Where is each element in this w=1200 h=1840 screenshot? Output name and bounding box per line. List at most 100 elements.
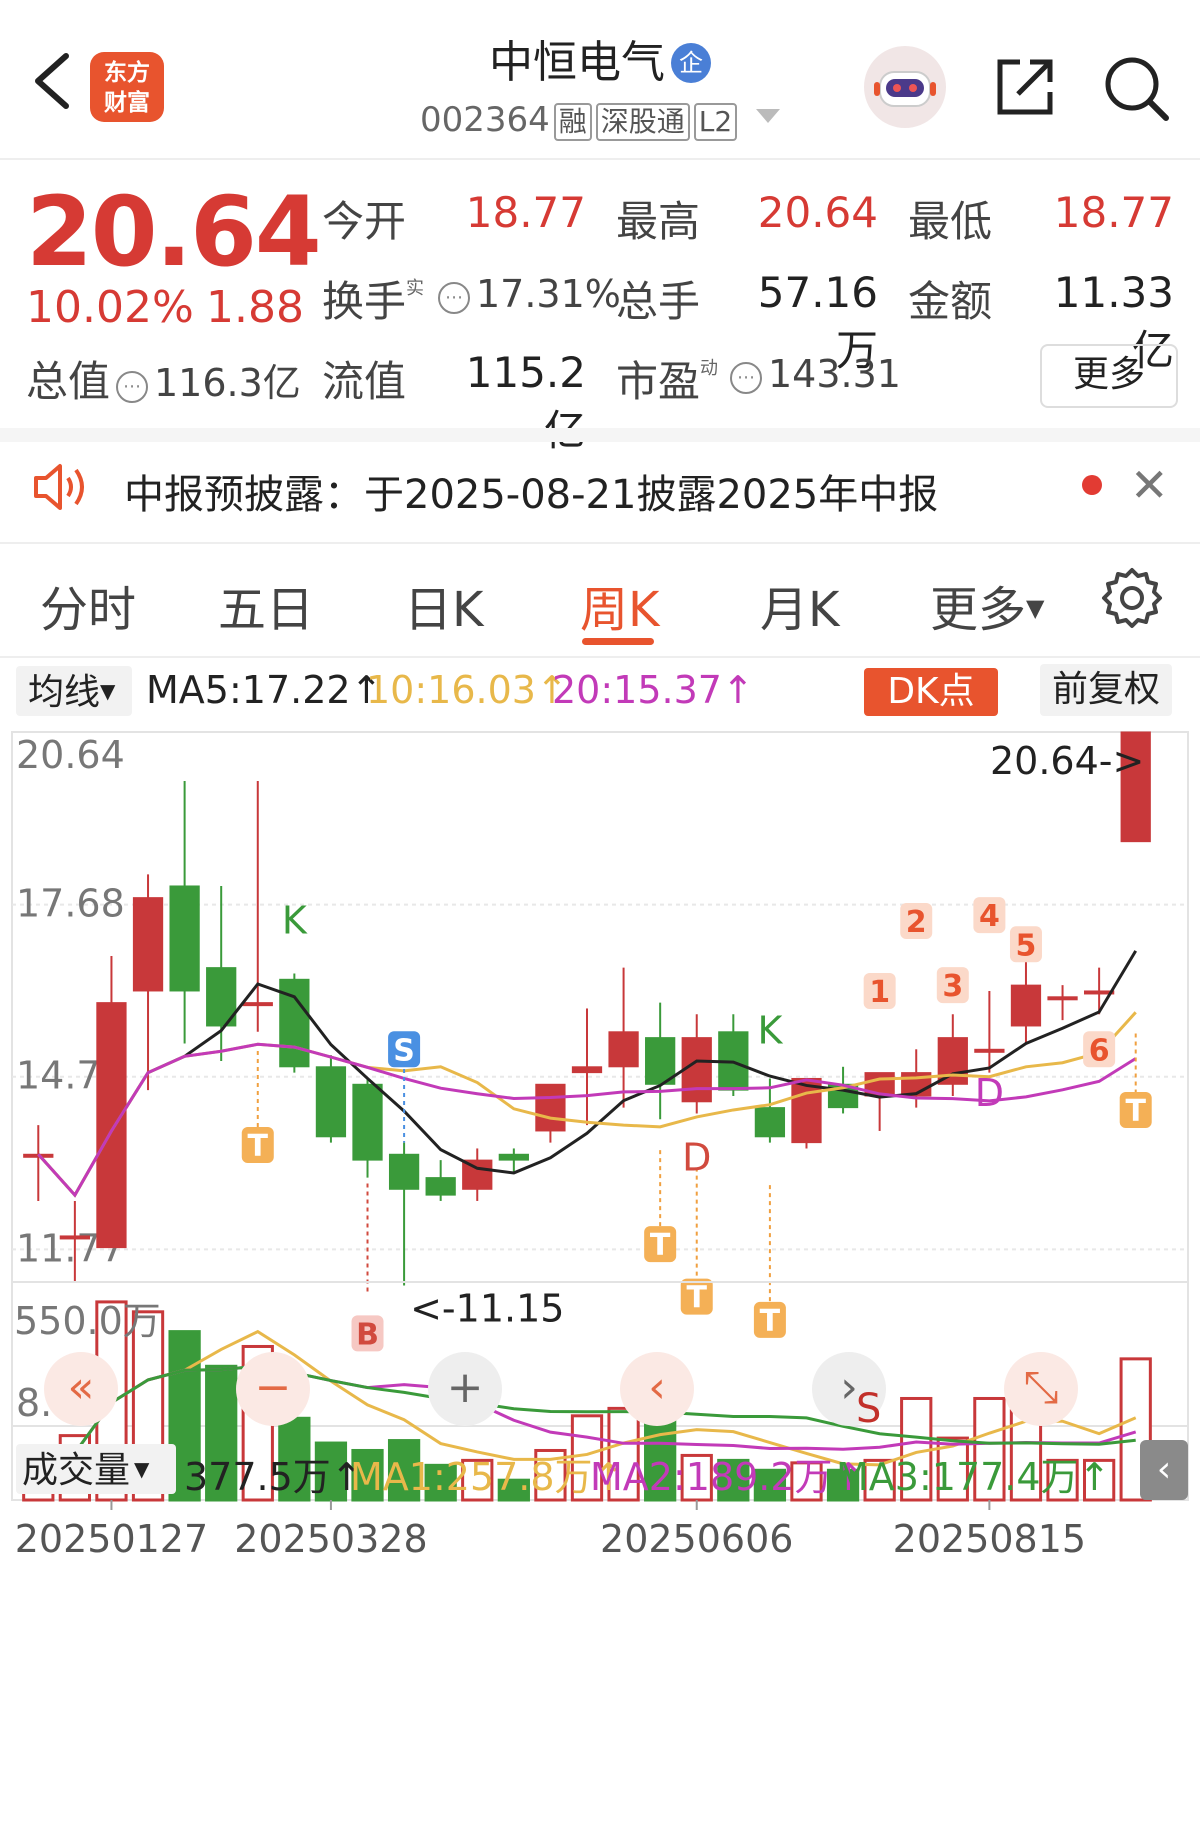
y-tick-label: 17.68	[16, 882, 125, 926]
marker-number: 6	[1089, 1033, 1110, 1068]
tab-daily-k[interactable]: 日K	[404, 570, 483, 640]
eye-info-icon: ⋯	[116, 371, 148, 403]
x-tick-label: 20250606	[600, 1517, 793, 1561]
pe-value-wrap[interactable]: ⋯ 143.31	[728, 352, 901, 396]
dk-point-button[interactable]: DK点	[864, 668, 998, 716]
low-label: 最低	[908, 197, 993, 246]
marker-d: D	[975, 1071, 1004, 1115]
high-label: 最高	[616, 197, 701, 246]
turnover-value-wrap[interactable]: ⋯ 17.31%	[436, 272, 621, 316]
candle-up	[96, 1002, 127, 1249]
scroll-left-button[interactable]: ‹	[620, 1352, 694, 1426]
candle-up	[937, 1037, 968, 1085]
marker-number: 4	[979, 899, 1000, 934]
open-value: 18.77	[465, 188, 586, 237]
ma-selector[interactable]: 均线▼	[16, 666, 132, 716]
candle-down	[388, 1153, 420, 1190]
volume-value: 377.5万↑	[184, 1455, 363, 1499]
candle-up	[59, 1235, 91, 1240]
kline-chart[interactable]: 20.6417.6814.7311.778.8120.64-><-11.15KK…	[0, 720, 1200, 1840]
marker-number: 5	[1016, 928, 1037, 963]
low-value: 18.77	[1053, 188, 1174, 237]
mcap-value-wrap[interactable]: ⋯ 116.3亿	[114, 352, 301, 407]
tab-more[interactable]: 更多▼	[930, 570, 1044, 640]
unread-dot	[1082, 475, 1102, 495]
mcap-label: 总值	[26, 357, 111, 406]
change-amount: 1.88	[206, 282, 304, 333]
ma5-value: MA5:17.22↑	[146, 668, 383, 712]
candle-down	[315, 1066, 347, 1138]
zoom-minus-button[interactable]: −	[236, 1352, 310, 1426]
divider	[0, 428, 1200, 442]
marker-s-label: S	[856, 1386, 882, 1432]
pe-value: 143.31	[768, 352, 901, 396]
amount-label: 金额	[908, 277, 993, 326]
search-icon[interactable]	[1100, 52, 1172, 124]
candle-up	[242, 1002, 273, 1007]
notice-text[interactable]: 中报预披露：于2025-08-21披露2025年中报	[124, 462, 938, 520]
candle-up	[974, 1048, 1005, 1053]
volume-max-label: 550.0万	[14, 1299, 161, 1343]
settings-gear-icon[interactable]	[1100, 566, 1164, 634]
candle-up	[132, 897, 164, 992]
robot-assistant-icon[interactable]	[864, 46, 946, 128]
ma10-value: 10:16.03↑	[366, 668, 568, 712]
y-tick-label: 20.64	[16, 733, 125, 777]
chevron-down-icon: ▼	[134, 1457, 150, 1481]
marker-t: T	[687, 1281, 708, 1316]
eye-info-icon: ⋯	[438, 282, 470, 314]
change-percent: 10.02%	[26, 282, 194, 333]
pe-label: 市盈动	[616, 348, 718, 409]
float-label: 流值	[322, 357, 407, 406]
x-tick-label: 20250815	[893, 1517, 1086, 1561]
marker-t: T	[248, 1129, 269, 1164]
candle-up	[1010, 984, 1042, 1027]
candle-down	[498, 1153, 529, 1161]
candle-down	[425, 1177, 456, 1196]
tab-monthly-k[interactable]: 月K	[760, 570, 839, 640]
turnover-sup: 实	[406, 278, 425, 299]
dropdown-triangle-icon	[756, 109, 781, 123]
current-price: 20.64	[26, 176, 322, 288]
zoom-out-far-button[interactable]: «	[44, 1352, 118, 1426]
mcap-value: 116.3亿	[154, 361, 301, 405]
eye-info-icon: ⋯	[730, 362, 762, 394]
more-quote-button[interactable]: 更多	[1040, 344, 1178, 408]
vol-ma3-value: MA3:177.4万↑	[836, 1455, 1111, 1499]
volume-indicator-selector[interactable]: 成交量 ▼	[16, 1444, 176, 1494]
marker-t: T	[650, 1228, 671, 1263]
share-icon[interactable]	[990, 52, 1060, 122]
close-icon[interactable]: ✕	[1130, 458, 1169, 512]
tag-margin: 融	[553, 103, 592, 141]
x-tick-label: 20250127	[15, 1517, 208, 1561]
zoom-plus-button[interactable]: +	[428, 1352, 502, 1426]
tab-five-day[interactable]: 五日	[218, 570, 314, 640]
turnover-value: 17.31%	[476, 272, 621, 316]
candle-down	[352, 1083, 383, 1161]
stock-code: 002364	[419, 100, 550, 140]
tab-more-label: 更多	[930, 582, 1027, 638]
vol-ma1-value: MA1:257.8万↑	[350, 1455, 625, 1499]
candle-up	[1047, 996, 1078, 1001]
volume-selector-label: 成交量	[22, 1450, 131, 1491]
collapse-panel-button[interactable]: ‹	[1140, 1440, 1188, 1500]
turnover-label: 换手实	[322, 268, 424, 329]
tab-weekly-k[interactable]: 周K	[580, 570, 659, 640]
speaker-icon	[30, 460, 90, 518]
pe-sup: 动	[700, 358, 719, 379]
high-value: 20.64	[757, 188, 878, 237]
max-price-label: 20.64->	[990, 739, 1144, 783]
fullscreen-button[interactable]: ⤡	[1004, 1352, 1078, 1426]
marker-number: 2	[906, 905, 927, 940]
marker-number: 1	[869, 975, 890, 1010]
x-tick-label: 20250328	[234, 1517, 427, 1561]
marker-t: T	[760, 1304, 781, 1339]
tab-intraday[interactable]: 分时	[40, 570, 136, 640]
ma-selector-label: 均线	[28, 672, 101, 713]
candle-up	[681, 1037, 712, 1103]
candle-down	[754, 1107, 786, 1138]
candle-up	[608, 1031, 639, 1068]
forward-adjust-button[interactable]: 前复权	[1040, 664, 1172, 716]
volume-label: 总手	[616, 277, 701, 326]
tag-connect: 深股通	[595, 103, 690, 141]
